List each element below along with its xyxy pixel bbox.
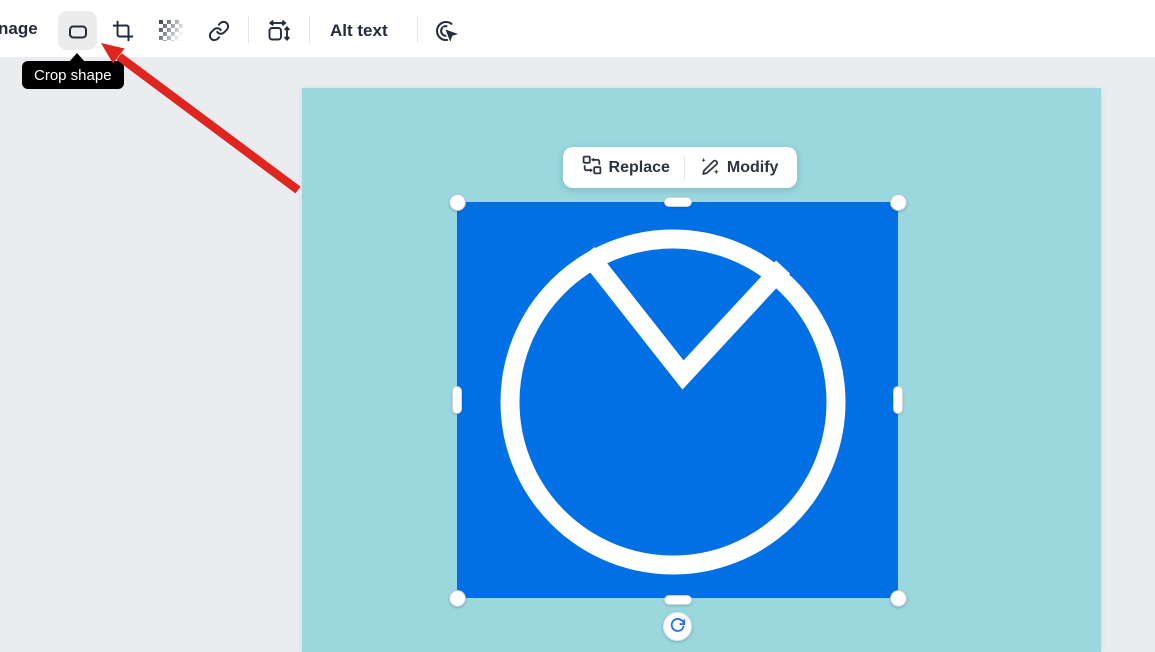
pie-chart-glyph bbox=[457, 202, 898, 598]
resize-handle-bottom-left[interactable] bbox=[449, 590, 466, 607]
click-action-button[interactable] bbox=[429, 11, 465, 50]
resize-handle-bottom[interactable] bbox=[664, 595, 692, 605]
resize-button[interactable] bbox=[260, 11, 296, 50]
magic-pen-icon bbox=[699, 155, 720, 181]
toolbar-divider bbox=[248, 16, 249, 43]
resize-handle-top[interactable] bbox=[664, 197, 692, 207]
resize-handle-top-right[interactable] bbox=[890, 194, 907, 211]
replace-button[interactable]: Replace bbox=[568, 147, 684, 188]
resize-handle-right[interactable] bbox=[893, 386, 903, 414]
resize-handle-top-left[interactable] bbox=[449, 194, 466, 211]
link-button[interactable] bbox=[201, 11, 237, 50]
tooltip-label: Crop shape bbox=[34, 67, 112, 84]
app-window: nage bbox=[0, 0, 1155, 652]
checkerboard-icon bbox=[159, 20, 183, 41]
design-canvas[interactable]: Replace Modify bbox=[302, 88, 1101, 652]
modify-label: Modify bbox=[727, 159, 779, 177]
selection-toolbar: Replace Modify bbox=[563, 147, 797, 188]
rotate-handle[interactable] bbox=[663, 612, 692, 641]
resize-handle-bottom-right[interactable] bbox=[890, 590, 907, 607]
toolbar-divider bbox=[309, 16, 310, 43]
rounded-rect-icon bbox=[66, 19, 90, 43]
crop-button[interactable] bbox=[105, 11, 141, 50]
image-toolbar: nage bbox=[0, 0, 1155, 58]
resize-handle-left[interactable] bbox=[452, 386, 462, 414]
crop-shape-button[interactable] bbox=[58, 11, 97, 50]
transparency-button[interactable] bbox=[153, 11, 189, 50]
crop-icon bbox=[112, 20, 134, 42]
link-icon bbox=[208, 20, 230, 42]
modify-button[interactable]: Modify bbox=[685, 147, 793, 188]
alt-text-button[interactable]: Alt text bbox=[322, 11, 396, 50]
toolbar-item-image-truncated[interactable]: nage bbox=[0, 0, 38, 58]
click-pointer-icon bbox=[435, 19, 459, 43]
rotate-cw-icon bbox=[669, 617, 686, 637]
swap-squares-icon bbox=[582, 155, 602, 180]
tooltip-caret bbox=[69, 53, 85, 62]
crop-shape-tooltip: Crop shape bbox=[22, 61, 124, 89]
selected-image[interactable] bbox=[457, 202, 898, 598]
toolbar-divider bbox=[417, 16, 418, 43]
replace-label: Replace bbox=[609, 159, 670, 177]
resize-arrows-icon bbox=[266, 19, 290, 43]
